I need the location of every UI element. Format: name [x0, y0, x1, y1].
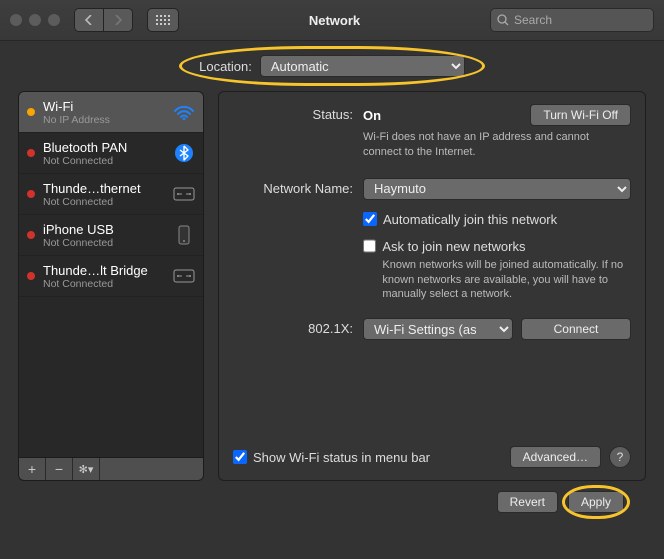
auto-join-checkbox[interactable]	[363, 212, 377, 226]
remove-interface-button[interactable]: −	[46, 458, 73, 480]
window-title: Network	[187, 13, 482, 28]
list-footer: + − ✻▾	[18, 458, 204, 481]
list-item[interactable]: iPhone USBNot Connected	[19, 215, 203, 256]
list-item[interactable]: Wi-FiNo IP Address	[19, 92, 203, 133]
list-item[interactable]: Thunde…thernetNot Connected	[19, 174, 203, 215]
add-interface-button[interactable]: +	[19, 458, 46, 480]
details-panel: Status: On Turn Wi-Fi Off Wi-Fi does not…	[218, 91, 646, 481]
titlebar: Network Search	[0, 0, 664, 41]
status-note: Wi-Fi does not have an IP address and ca…	[363, 130, 623, 160]
forward-button[interactable]	[103, 9, 132, 31]
minimize-icon[interactable]	[29, 14, 41, 26]
8021x-select[interactable]: Wi-Fi Settings (as…	[363, 318, 513, 340]
advanced-button[interactable]: Advanced…	[510, 446, 601, 468]
status-dot-icon	[27, 190, 35, 198]
nav-back-forward	[74, 8, 133, 32]
ask-join-label: Ask to join new networks	[382, 239, 631, 254]
show-menubar-checkbox[interactable]	[233, 450, 247, 464]
status-dot-icon	[27, 108, 35, 116]
status-dot-icon	[27, 272, 35, 280]
auto-join-label: Automatically join this network	[383, 212, 557, 227]
bluetooth-icon	[173, 143, 195, 163]
item-name: Bluetooth PAN	[43, 140, 165, 155]
highlight-ring-apply: Apply	[568, 491, 624, 513]
item-sub: Not Connected	[43, 237, 165, 249]
ask-join-checkbox[interactable]	[363, 239, 376, 253]
list-item[interactable]: Bluetooth PANNot Connected	[19, 133, 203, 174]
item-sub: Not Connected	[43, 196, 165, 208]
item-name: iPhone USB	[43, 222, 165, 237]
close-icon[interactable]	[10, 14, 22, 26]
location-label: Location:	[199, 59, 252, 74]
status-value: On	[363, 108, 381, 123]
phone-icon	[173, 225, 195, 245]
list-item[interactable]: Thunde…lt BridgeNot Connected	[19, 256, 203, 297]
bridge-icon	[173, 269, 195, 283]
back-button[interactable]	[75, 9, 103, 31]
action-menu-button[interactable]: ✻▾	[73, 458, 100, 480]
search-icon	[497, 14, 509, 26]
interface-list[interactable]: Wi-FiNo IP Address Bluetooth PANNot Conn…	[18, 91, 204, 458]
zoom-icon[interactable]	[48, 14, 60, 26]
revert-button[interactable]: Revert	[497, 491, 558, 513]
location-select[interactable]: Automatic	[260, 55, 465, 77]
help-button[interactable]: ?	[609, 446, 631, 468]
ask-join-note: Known networks will be joined automatica…	[382, 258, 631, 303]
status-dot-icon	[27, 149, 35, 157]
item-sub: No IP Address	[43, 114, 165, 126]
8021x-label: 802.1X:	[233, 318, 363, 336]
network-name-select[interactable]: Haymuto	[363, 178, 631, 200]
connect-button[interactable]: Connect	[521, 318, 631, 340]
show-menubar-label: Show Wi-Fi status in menu bar	[253, 450, 430, 465]
network-name-label: Network Name:	[233, 178, 363, 196]
sidebar: Wi-FiNo IP Address Bluetooth PANNot Conn…	[18, 91, 204, 481]
all-prefs-button[interactable]	[147, 8, 179, 32]
search-field[interactable]: Search	[490, 8, 654, 32]
window-controls	[10, 14, 60, 26]
wifi-off-button[interactable]: Turn Wi-Fi Off	[530, 104, 631, 126]
item-name: Wi-Fi	[43, 99, 165, 114]
grid-icon	[156, 15, 170, 25]
wifi-icon	[173, 104, 195, 120]
apply-button[interactable]: Apply	[568, 491, 624, 513]
status-label: Status:	[233, 104, 363, 122]
item-sub: Not Connected	[43, 155, 165, 167]
item-sub: Not Connected	[43, 278, 165, 290]
search-placeholder: Search	[514, 13, 552, 27]
status-dot-icon	[27, 231, 35, 239]
item-name: Thunde…thernet	[43, 181, 165, 196]
ethernet-icon	[173, 187, 195, 201]
item-name: Thunde…lt Bridge	[43, 263, 165, 278]
